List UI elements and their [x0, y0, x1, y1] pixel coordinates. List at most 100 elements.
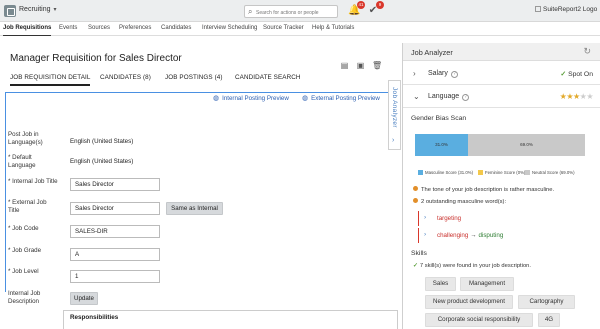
- salary-row[interactable]: › Salary? ✓ Spot On: [403, 64, 600, 85]
- star-empty-icon: ★: [586, 92, 593, 101]
- job-level-label: * Job Level: [8, 268, 39, 275]
- salary-label: Salary?: [428, 70, 458, 78]
- legend-neutral: Neutral Score (69.0%): [525, 170, 575, 175]
- search-icon: ⌕: [248, 7, 253, 16]
- nav-preferences[interactable]: Preferences: [119, 25, 151, 31]
- masculine-segment-label: 31.0%: [435, 142, 448, 147]
- app-logo-icon: [4, 5, 16, 17]
- language-label: Language?: [428, 93, 470, 101]
- search-box[interactable]: ⌕: [244, 5, 338, 18]
- check-icon: ✓: [413, 263, 418, 269]
- masculine-word-with-alt: challenging → disputing: [437, 232, 503, 239]
- tone-note: The tone of your job description is rath…: [413, 186, 554, 193]
- post-language-value: English (United States): [70, 138, 134, 145]
- same-as-internal-button[interactable]: Same as Internal: [166, 202, 223, 215]
- gender-bias-bar: 31.0% 69.0%: [415, 134, 585, 156]
- tab-job-postings[interactable]: JOB POSTINGS (4): [165, 74, 223, 81]
- nav-job-requisitions[interactable]: Job Requisitions: [3, 25, 52, 36]
- chevron-right-icon: ›: [413, 69, 416, 78]
- legend-swatch: [418, 170, 423, 175]
- star-filled-icon: ★: [572, 92, 580, 101]
- skill-chip[interactable]: 4G: [538, 313, 560, 327]
- warning-dot-icon: [413, 186, 418, 191]
- external-title-input[interactable]: [70, 202, 160, 215]
- save-icon[interactable]: ▣: [356, 61, 365, 70]
- approvals-check-icon[interactable]: ✔ 9: [367, 1, 384, 17]
- legend-masculine: Masculine Score (31.0%): [418, 170, 473, 175]
- skill-chip[interactable]: Management: [460, 277, 514, 291]
- default-language-value: English (United States): [70, 158, 134, 165]
- company-logo-alt: SuiteReport2 Logo: [543, 6, 598, 13]
- masculine-word-row[interactable]: › targeting: [418, 211, 538, 226]
- chevron-right-icon: ›: [392, 137, 395, 144]
- chevron-down-icon: ▾: [53, 7, 57, 13]
- skill-chip[interactable]: Cartography: [518, 295, 575, 309]
- nav-source-tracker[interactable]: Source Tracker: [263, 25, 304, 31]
- language-rating-stars: ★★★★★: [560, 92, 594, 101]
- legend-swatch: [525, 170, 530, 175]
- post-language-label: Post Job in Language(s): [8, 131, 43, 146]
- masculine-segment: 31.0%: [415, 134, 468, 156]
- neutral-segment: 69.0%: [468, 134, 585, 156]
- nav-sources[interactable]: Sources: [88, 25, 110, 31]
- search-input[interactable]: [256, 8, 336, 17]
- trash-icon[interactable]: 🗑: [372, 61, 382, 70]
- internal-title-input[interactable]: [70, 178, 160, 191]
- nav-candidates[interactable]: Candidates: [161, 25, 191, 31]
- alternative-word: disputing: [478, 232, 504, 239]
- nav-help-tutorials[interactable]: Help & Tutorials: [312, 25, 354, 31]
- notifications-bell-icon[interactable]: 🔔 41: [348, 1, 365, 17]
- job-code-input[interactable]: [70, 225, 160, 238]
- chevron-right-icon: ›: [424, 214, 427, 221]
- masculine-word: targeting: [437, 215, 462, 222]
- language-label-text: Language: [428, 93, 460, 100]
- salary-status-text: Spot On: [568, 71, 593, 78]
- star-filled-icon: ★: [566, 92, 573, 101]
- responsibilities-heading: Responsibilities: [70, 314, 119, 321]
- masculine-word: challenging: [437, 232, 469, 239]
- legend-neutral-label: Neutral Score (69.0%): [532, 170, 575, 175]
- nav-interview-scheduling[interactable]: Interview Scheduling: [202, 25, 257, 31]
- company-logo: SuiteReport2 Logo: [535, 6, 597, 13]
- chevron-down-icon: ⌄: [413, 92, 420, 101]
- tab-candidates[interactable]: CANDIDATES (8): [100, 74, 151, 81]
- refresh-icon[interactable]: ↻: [583, 46, 591, 57]
- tone-note-text: The tone of your job description is rath…: [421, 187, 555, 193]
- notifications-badge: 41: [357, 1, 365, 9]
- job-code-label: * Job Code: [8, 225, 39, 232]
- internal-description-label: Internal Job Description: [8, 290, 41, 305]
- skill-chip[interactable]: Sales: [425, 277, 456, 291]
- masculine-word-row[interactable]: › challenging → disputing: [418, 228, 538, 243]
- warning-dot-icon: [413, 198, 418, 203]
- update-button[interactable]: Update: [70, 292, 98, 305]
- print-icon[interactable]: ▤: [340, 61, 349, 70]
- job-analyzer-header: Job Analyzer ↻: [403, 43, 600, 61]
- module-selector[interactable]: Recruiting ▾: [19, 6, 57, 13]
- skill-chip[interactable]: New product development: [425, 295, 513, 309]
- job-level-input[interactable]: [70, 270, 160, 283]
- job-analyzer-toggle[interactable]: Job Analyzer ›: [388, 80, 401, 150]
- salary-label-text: Salary: [428, 70, 448, 77]
- tab-candidate-search[interactable]: CANDIDATE SEARCH: [235, 74, 301, 81]
- legend-feminine-label: Feminine Score (0%): [485, 170, 526, 175]
- requisition-form: [5, 92, 393, 292]
- skill-chip[interactable]: Corporate social responsibility: [425, 313, 533, 327]
- help-icon[interactable]: ?: [450, 71, 458, 78]
- approvals-badge: 9: [376, 1, 384, 9]
- job-grade-label: * Job Grade: [8, 247, 42, 254]
- masculine-words-note: 2 outstanding masculine word(s):: [413, 198, 506, 205]
- salary-status: ✓ Spot On: [560, 70, 593, 78]
- skills-note-text: 7 skill(s) were found in your job descri…: [419, 263, 532, 269]
- language-row[interactable]: ⌄ Language? ★★★★★: [403, 87, 600, 108]
- help-icon[interactable]: ?: [462, 94, 470, 101]
- skills-title: Skills: [411, 250, 427, 257]
- legend-masculine-label: Masculine Score (31.0%): [425, 170, 474, 175]
- external-title-label: * External Job Title: [8, 199, 47, 214]
- job-analyzer-toggle-label: Job Analyzer: [391, 87, 398, 128]
- job-analyzer-title: Job Analyzer: [411, 48, 453, 57]
- description-editor[interactable]: Responsibilities: [63, 310, 398, 329]
- nav-events[interactable]: Events: [59, 25, 77, 31]
- main-nav: Job Requisitions Events Sources Preferen…: [0, 22, 600, 36]
- tab-job-requisition-detail[interactable]: JOB REQUISITION DETAIL: [10, 74, 91, 86]
- job-grade-input[interactable]: [70, 248, 160, 261]
